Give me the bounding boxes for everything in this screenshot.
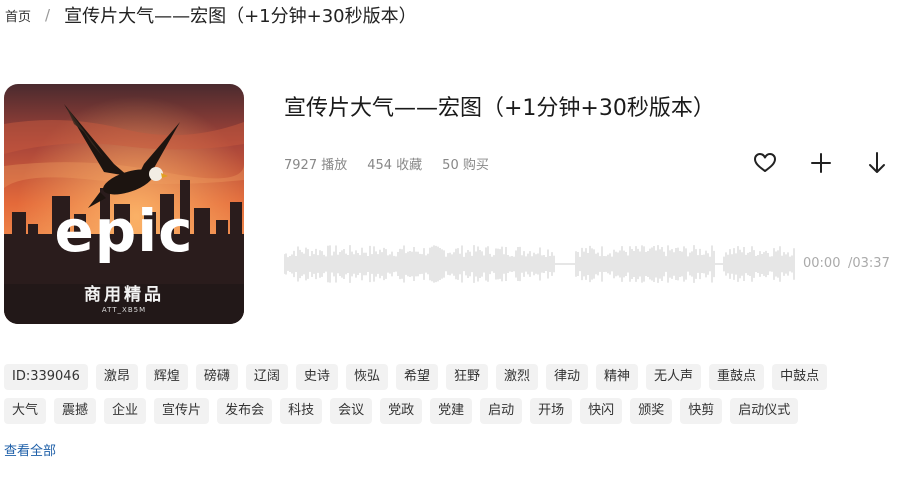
tag-item[interactable]: 史诗 [295,364,338,390]
current-time: 00:00 [803,256,841,271]
tag-item[interactable]: 磅礴 [195,364,238,390]
tag-item[interactable]: 宣传片 [154,398,210,424]
tag-item[interactable]: 快闪 [580,398,623,424]
tag-item[interactable]: 希望 [395,364,438,390]
favorite-button[interactable] [752,150,778,176]
cover-subtitle-text: 商用精品 [84,285,164,305]
breadcrumb-current: 宣传片大气——宏图（+1分钟+30秒版本） [64,6,417,27]
breadcrumb-separator: / [45,6,51,24]
tag-item[interactable]: 颁奖 [630,398,673,424]
track-actions [752,150,890,176]
tag-item[interactable]: 快剪 [680,398,723,424]
tag-item[interactable]: 企业 [104,398,147,424]
tag-item[interactable]: 无人声 [646,364,702,390]
tag-list: ID:339046 激昂 辉煌 磅礴 辽阔 史诗 恢弘 希望 狂野 激烈 律动 精神 无人声 重鼓点 中鼓… [4,364,884,432]
tag-item[interactable]: 中鼓点 [772,364,828,390]
tag-item[interactable]: 狂野 [445,364,488,390]
cover-tiny-text: ATT_XB5M [101,306,147,314]
tag-item[interactable]: 重鼓点 [709,364,765,390]
tag-item[interactable]: 党建 [430,398,473,424]
track-id-tag: ID:339046 [4,364,88,390]
audio-waveform[interactable] [284,240,796,288]
plus-icon [811,153,831,173]
tag-item[interactable]: 辽阔 [245,364,288,390]
play-count: 7927 播放 [284,158,348,173]
download-button[interactable] [864,150,890,176]
favorite-count: 454 收藏 [367,158,423,173]
tag-item[interactable]: 律动 [546,364,589,390]
purchase-count: 50 购买 [442,158,489,173]
tag-item[interactable]: 发布会 [217,398,273,424]
tag-item[interactable]: 辉煌 [145,364,188,390]
download-arrow-icon [869,152,885,173]
tag-item[interactable]: 开场 [530,398,573,424]
heart-icon [754,153,776,172]
tag-item[interactable]: 科技 [280,398,323,424]
track-title: 宣传片大气——宏图（+1分钟+30秒版本） [284,96,715,121]
tag-item[interactable]: 恢弘 [345,364,388,390]
cover-title-text: epic [54,197,194,265]
tag-item[interactable]: 激烈 [495,364,538,390]
album-cover[interactable]: epic 商用精品 ATT_XB5M [4,84,244,324]
tag-item[interactable]: 党政 [380,398,423,424]
total-time: /03:37 [848,256,890,271]
breadcrumb: 首页 / 宣传片大气——宏图（+1分钟+30秒版本） [5,4,417,27]
tag-item[interactable]: 会议 [330,398,373,424]
tag-item[interactable]: 激昂 [95,364,138,390]
tag-item[interactable]: 启动仪式 [730,398,799,424]
breadcrumb-home-link[interactable]: 首页 [5,6,31,25]
add-to-playlist-button[interactable] [808,150,834,176]
tag-item[interactable]: 大气 [4,398,47,424]
tag-item[interactable]: 启动 [480,398,523,424]
view-all-link[interactable]: 查看全部 [4,440,56,459]
tag-item[interactable]: 精神 [596,364,639,390]
tag-item[interactable]: 震撼 [54,398,97,424]
track-stats: 7927 播放 454 收藏 50 购买 [284,154,509,173]
